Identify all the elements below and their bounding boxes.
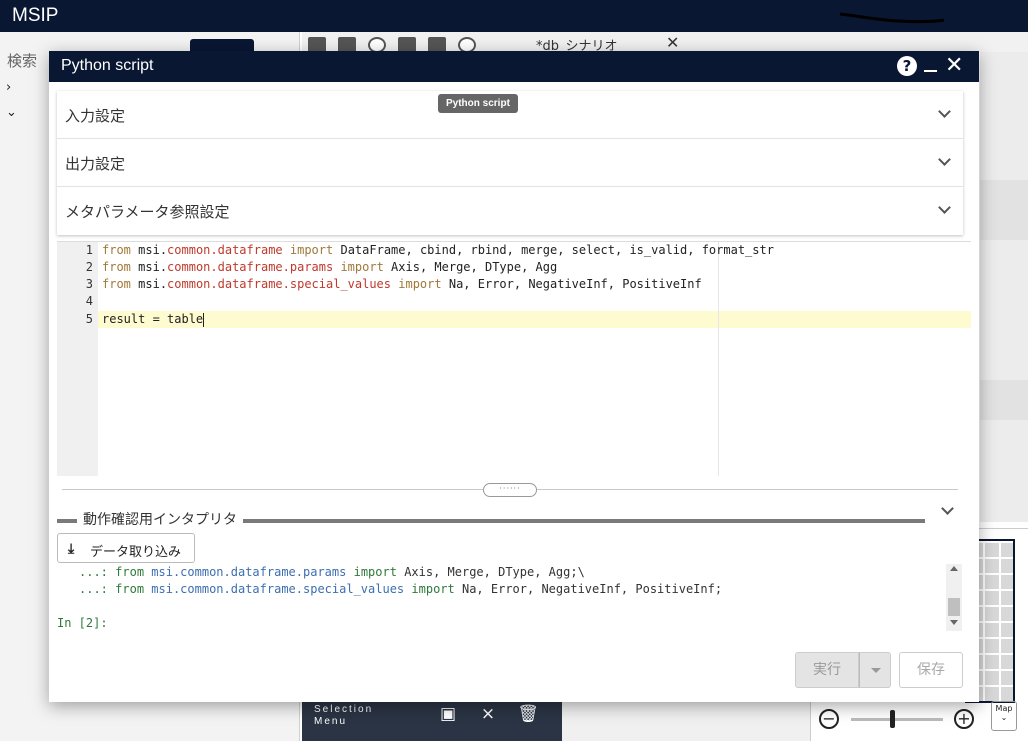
help-icon[interactable]: ? (897, 56, 917, 76)
dialog-title: Python script (61, 57, 154, 74)
chevron-down-icon: ⌄ (1000, 713, 1008, 722)
code-editor[interactable]: 1 2 3 4 5 from msi.common.dataframe impo… (57, 241, 971, 476)
accordion-label: メタパラメータ参照設定 (65, 203, 230, 221)
map-toggle-label: Map (995, 704, 1013, 713)
zoom-slider[interactable] (851, 718, 943, 721)
download-icon: ⤓ (68, 540, 75, 556)
run-options-dropdown[interactable] (859, 652, 891, 688)
accordion-label: 出力設定 (65, 155, 126, 173)
map-toggle-button[interactable]: Map ⌄ (991, 701, 1017, 731)
chevron-down-icon (938, 105, 951, 118)
splitter-handle[interactable]: ······ (483, 483, 537, 497)
group-icon[interactable]: ▣ (437, 703, 459, 725)
text-cursor (203, 312, 205, 327)
console-prompt: In [2]: (57, 616, 108, 630)
close-icon[interactable]: ✕ (945, 53, 963, 79)
line-number: 4 (85, 294, 93, 308)
zoom-slider-thumb[interactable] (890, 710, 896, 728)
scroll-down-icon[interactable] (950, 620, 958, 625)
accordion-output-settings[interactable]: 出力設定 (57, 139, 963, 187)
line-number-gutter: 1 2 3 4 5 (57, 242, 98, 476)
scrollbar-thumb[interactable] (948, 598, 960, 616)
line-number: 3 (85, 277, 93, 291)
line-number: 1 (85, 243, 93, 257)
console-line: ...: from msi.common.dataframe.special_v… (79, 582, 723, 596)
zoom-in-button[interactable]: + (954, 709, 974, 729)
canvas-area (562, 700, 812, 741)
code-line: from msi.common.dataframe.params import … (102, 260, 558, 274)
zoom-out-button[interactable]: − (819, 709, 839, 729)
right-panel-block (980, 380, 1028, 420)
minimize-icon[interactable] (924, 70, 937, 72)
interpreter-title: 動作確認用インタプリタ (77, 509, 243, 529)
dialog-header: Python script ? ✕ (49, 51, 979, 82)
line-number: 2 (85, 260, 93, 274)
app-header: MSIP (0, 0, 1028, 32)
python-script-dialog: Python script ? ✕ 入力設定 出力設定 メタパラメータ参照設定 … (49, 51, 979, 702)
code-line: from msi.common.dataframe.special_values… (102, 277, 702, 291)
scroll-up-icon[interactable] (950, 566, 958, 571)
tree-collapse-icon[interactable]: ⌄ (6, 105, 17, 120)
active-line-highlight (98, 311, 971, 328)
import-data-button[interactable]: ⤓ データ取り込み (57, 533, 195, 563)
tooltip: Python script (438, 94, 518, 113)
accordion-meta-parameter-settings[interactable]: メタパラメータ参照設定 (57, 187, 963, 235)
app-title: MSIP (12, 5, 59, 26)
search-label: 検索 (7, 52, 38, 70)
code-line-active: result = table (102, 312, 205, 327)
deselect-icon[interactable]: ⨯ (477, 703, 499, 725)
code-line: from msi.common.dataframe import DataFra… (102, 243, 774, 257)
right-panel (980, 52, 1028, 522)
save-button[interactable]: 保存 (899, 652, 963, 688)
interpreter-console[interactable]: ...: from msi.common.dataframe.params im… (57, 563, 957, 633)
import-data-label: データ取り込み (90, 544, 182, 559)
run-button[interactable]: 実行 (795, 652, 859, 688)
redaction-scribble (839, 12, 945, 24)
line-number: 5 (85, 312, 93, 326)
chevron-down-icon (938, 153, 951, 166)
chevron-down-icon (938, 201, 951, 214)
print-margin (718, 242, 719, 476)
selection-menu: Selection Menu ▣ ⨯ 🗑 (302, 700, 562, 741)
accordion-label: 入力設定 (65, 107, 126, 125)
selection-menu-label: Selection Menu (314, 704, 374, 727)
console-scrollbar[interactable] (946, 564, 962, 631)
right-panel-block (980, 180, 1028, 240)
trash-icon[interactable]: 🗑 (517, 703, 539, 725)
chevron-down-icon[interactable] (941, 502, 954, 515)
console-line: ...: from msi.common.dataframe.params im… (79, 565, 585, 579)
tree-expand-icon[interactable]: › (6, 80, 11, 95)
tab-close-icon[interactable]: ✕ (666, 33, 679, 52)
